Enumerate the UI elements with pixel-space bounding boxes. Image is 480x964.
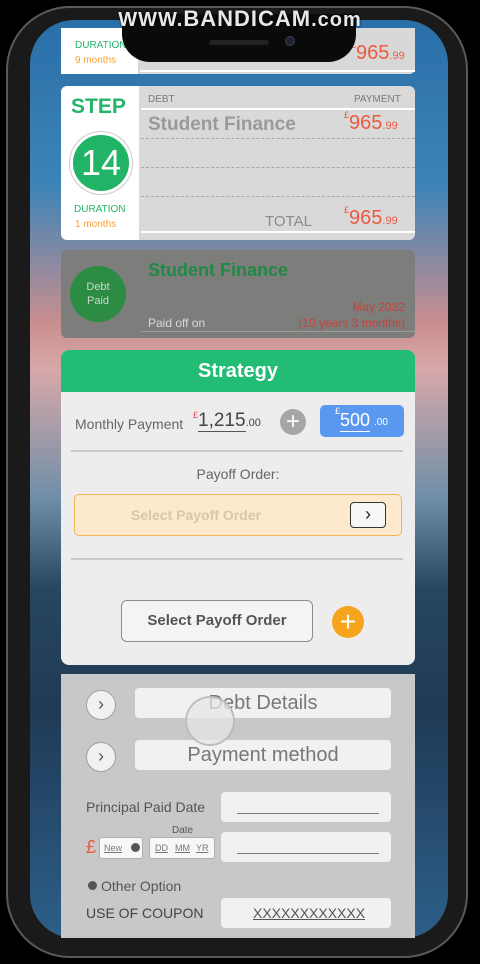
extra-payment-input[interactable]: £ 500 .00	[320, 405, 404, 437]
paid-date: May 2032	[352, 300, 405, 314]
previous-duration-value: 9 months	[75, 55, 117, 66]
debt-column-header: DEBT	[148, 94, 175, 105]
date-picker[interactable]: DD MM YR	[149, 837, 215, 859]
previous-payment-amount: £965.99	[351, 40, 405, 64]
other-option-label: Other Option	[101, 878, 182, 894]
currency-symbol: £	[86, 837, 97, 857]
paid-debt-name: Student Finance	[148, 260, 289, 280]
payoff-order-label: Payoff Order:	[196, 466, 280, 482]
principal-paid-date-label: Principal Paid Date	[86, 799, 206, 815]
add-payment-icon[interactable]: +	[280, 409, 306, 435]
step-number-badge: 14	[70, 132, 132, 194]
new-toggle[interactable]: New	[99, 837, 143, 859]
debt-name: Student Finance	[148, 114, 296, 135]
use-of-coupon-label: USE OF COUPON	[86, 905, 204, 921]
touch-indicator	[185, 696, 235, 746]
previous-duration-label: DURATION	[75, 40, 127, 51]
monthly-payment-value: £1,215.00	[193, 410, 261, 432]
select-payoff-order-button[interactable]: Select Payoff Order	[121, 600, 313, 642]
coupon-field[interactable]: XXXXXXXXXXXX	[221, 898, 391, 928]
payment-column-header: PAYMENT	[354, 94, 401, 105]
payoff-order-select[interactable]: Select Payoff Order ›	[74, 494, 402, 536]
step-duration-label: DURATION	[74, 204, 126, 215]
step-card[interactable]: STEP 14 DURATION 1 months DEBT PAYMENT S…	[61, 86, 415, 240]
amount-field[interactable]	[221, 832, 391, 862]
principal-paid-date-field[interactable]	[221, 792, 391, 822]
bandicam-watermark: WWW.BANDICAM.com	[118, 6, 362, 31]
monthly-payment-label: Monthly Payment	[75, 416, 184, 432]
payment-amount: £965.99	[344, 110, 398, 134]
add-icon[interactable]: +	[332, 606, 364, 638]
strategy-title: Strategy	[61, 350, 415, 392]
debt-details-button[interactable]: Debt Details	[135, 688, 391, 718]
payoff-order-placeholder: Select Payoff Order	[131, 507, 261, 523]
chevron-right-icon[interactable]: ›	[86, 690, 116, 720]
chevron-right-icon[interactable]: ›	[350, 502, 386, 528]
payment-method-button[interactable]: Payment method	[135, 740, 391, 770]
chevron-right-icon[interactable]: ›	[86, 742, 116, 772]
paid-off-label: Paid off on	[148, 316, 206, 330]
other-option-radio[interactable]	[88, 881, 97, 890]
strategy-panel: Strategy Monthly Payment £1,215.00 + £ 5…	[61, 350, 415, 665]
total-label: TOTAL	[265, 213, 312, 230]
date-label: Date	[172, 825, 194, 836]
debt-paid-card[interactable]: Debt Paid Student Finance May 2032 Paid o…	[61, 250, 415, 338]
details-panel: › Debt Details › Payment method Principa…	[61, 674, 415, 938]
paid-duration: (10 years 3 months)	[298, 316, 405, 330]
total-amount: £965.99	[344, 205, 398, 229]
step-duration-value: 1 months	[75, 219, 117, 230]
debt-paid-badge: Debt Paid	[70, 266, 126, 322]
step-label: STEP	[71, 95, 126, 118]
